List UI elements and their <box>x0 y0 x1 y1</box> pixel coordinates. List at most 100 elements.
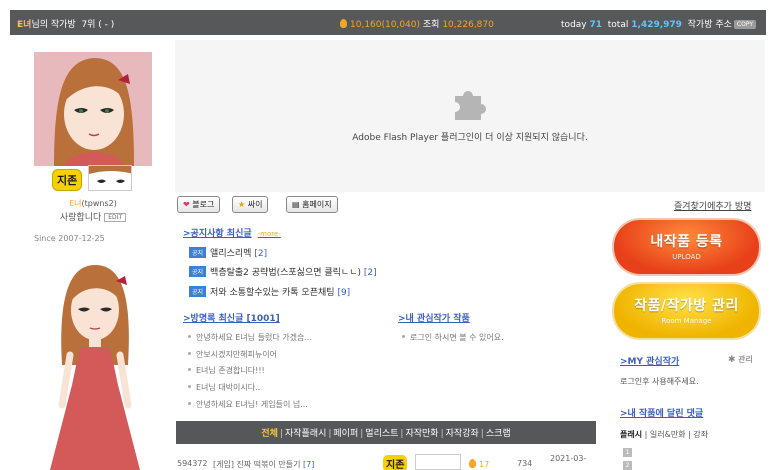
profile-avatar <box>34 52 152 166</box>
notice-title[interactable]: >공지사항 최신글 -more- <box>183 226 281 239</box>
fire-icon <box>340 19 347 28</box>
interest-login-message: 로그인 하시면 볼 수 있어요. <box>402 332 504 343</box>
category-all[interactable]: 전체 <box>261 429 278 439</box>
mini-face-icon <box>88 165 132 191</box>
userid: (tpwns2) <box>81 199 117 208</box>
upload-sub: UPLOAD <box>672 253 701 261</box>
category-item[interactable]: 자작강좌 <box>446 429 479 439</box>
notice-item[interactable]: 공지 저와 소통할수있는 카톡 오픈채팅 [9] <box>189 285 350 298</box>
category-item[interactable]: 자작만화 <box>405 429 438 439</box>
notice-count: [9] <box>337 288 351 298</box>
page-number[interactable]: 2 <box>623 461 632 470</box>
owner-name: E녀 <box>17 20 32 30</box>
manage-interest-link[interactable]: ✱ 관리 <box>728 354 753 365</box>
page-number[interactable]: 1 <box>623 448 632 457</box>
comment-tabs: 플래시 | 일러&만화 | 강좌 <box>620 430 709 439</box>
guestbook-item[interactable]: E녀님 대박이시다.. <box>188 382 260 393</box>
work-list-row[interactable]: 594372 [게임] 진짜 떡볶이 만들기 [7] 지존 17 734 202… <box>177 454 597 470</box>
category-item[interactable]: 자작플래시 <box>285 429 326 439</box>
blog-label: 블로그 <box>192 200 215 209</box>
blog-button[interactable]: ❤ 블로그 <box>177 196 221 213</box>
work-title[interactable]: [게임] 진짜 떡볶이 만들기 [7] <box>213 459 314 470</box>
guestbook-item[interactable]: 안녕하세요 E녀님! 게임들이 넘... <box>188 399 308 410</box>
girl-portrait-icon <box>54 58 134 166</box>
copy-button[interactable]: COPY <box>733 20 756 29</box>
puzzle-plugin-icon <box>455 91 487 120</box>
notice-tag: 공지 <box>189 266 207 277</box>
address-label: 작가방 주소 <box>687 20 732 30</box>
greeting-text: 사랑합니다 <box>59 213 102 223</box>
notice-text: 앨리스리멕 <box>210 249 252 259</box>
guestbook-item[interactable]: 안보시겠지만해피뉴이어 <box>188 349 277 360</box>
fire-icon <box>469 459 476 468</box>
notice-count: [2] <box>363 268 377 278</box>
add-favorite-link[interactable]: 즐겨찾기에추가 방명 <box>674 199 751 212</box>
notice-item[interactable]: 공지 백층탈출2 공략법(스포싫으면 클릭ㄴㄴ) [2] <box>189 265 377 278</box>
notice-more-link[interactable]: -more- <box>258 230 281 238</box>
total-count: 1,429,979 <box>631 20 682 30</box>
room-title: E녀님의 작가방 7위 ( - ) <box>17 17 114 30</box>
category-item[interactable]: 멀리스트 <box>365 429 398 439</box>
home-icon: ▤ <box>292 200 300 209</box>
rank-text: 7위 ( - ) <box>81 20 115 30</box>
guestbook-item[interactable]: 안녕하세요 E녀님 들렀다 가겠습... <box>188 332 312 343</box>
homepage-label: 홈페이지 <box>302 200 332 209</box>
cyworld-label: 싸이 <box>247 200 263 209</box>
notice-tag: 공지 <box>189 286 207 297</box>
character-illustration <box>40 255 150 470</box>
work-likes-count: 17 <box>479 460 490 469</box>
homepage-button[interactable]: ▤ 홈페이지 <box>286 196 338 213</box>
work-comment-count: [7] <box>303 460 315 469</box>
manage-title: 작품/작가방 관리 <box>634 298 739 314</box>
my-interest-title[interactable]: >MY 관심작가 <box>620 354 679 367</box>
upload-work-button[interactable]: 내작품 등록 UPLOAD <box>614 220 759 274</box>
comment-tab[interactable]: 강좌 <box>693 430 708 439</box>
today-label: today <box>561 20 587 30</box>
guestbook-item[interactable]: E녀님 존경합니다!!! <box>188 365 265 376</box>
category-bar: 전체 | 자작플래시 | 페이퍼 | 멀리스트 | 자작만화 | 자작강좌 | 스크랩 <box>176 421 596 444</box>
interest-works-title[interactable]: >내 관심작가 작품 <box>398 311 470 324</box>
author-face-icon <box>415 454 461 470</box>
likes-count: 10,160 <box>350 20 382 30</box>
cyworld-button[interactable]: ★ 싸이 <box>232 196 269 213</box>
work-id: 594372 <box>177 459 208 468</box>
category-item[interactable]: 페이퍼 <box>333 429 358 439</box>
manage-room-button[interactable]: 작품/작가방 관리 Room Manage <box>614 284 759 338</box>
girl-fullbody-icon <box>50 265 140 470</box>
greeting-line: 사랑합니다 EDIT <box>0 210 186 223</box>
upload-title: 내작품 등록 <box>650 234 723 250</box>
heart-icon: ❤ <box>183 200 190 209</box>
author-rank-badge: 지존 <box>383 455 408 470</box>
notice-item[interactable]: 공지 앨리스리멕 [2] <box>189 246 267 259</box>
notice-text: 저와 소통할수있는 카톡 오픈채팅 <box>210 288 335 298</box>
my-comments-title[interactable]: >내 작품에 달린 댓글 <box>620 406 703 419</box>
visit-stats: today 71 total 1,429,979 작가방 주소 COPY <box>561 17 756 30</box>
stats: 10,160(10,040) 조회 10,226,870 <box>340 17 494 30</box>
views-label: 조회 <box>422 20 440 30</box>
comment-tab[interactable]: 플래시 <box>620 430 642 439</box>
top-bar: E녀님의 작가방 7위 ( - ) 10,160(10,040) 조회 10,2… <box>10 10 766 35</box>
work-date: 2021-03- <box>550 454 587 463</box>
flash-area: Adobe Flash Player 플러그인이 더 이상 지원되지 않습니다. <box>175 40 765 192</box>
gear-icon: ✱ <box>728 355 736 365</box>
total-label: total <box>607 20 629 30</box>
since-date: Since 2007-12-25 <box>34 234 105 243</box>
work-title-text: [게임] 진짜 떡볶이 만들기 <box>213 460 301 469</box>
flash-message: Adobe Flash Player 플러그인이 더 이상 지원되지 않습니다. <box>352 133 588 143</box>
category-item[interactable]: 스크랩 <box>486 429 511 439</box>
owner-suffix: 님의 작가방 <box>31 20 76 30</box>
notice-count: [2] <box>254 249 268 259</box>
rank-badge: 지존 <box>52 169 83 191</box>
views-count: 10,226,870 <box>442 20 494 30</box>
edit-button[interactable]: EDIT <box>104 213 127 222</box>
star-icon: ★ <box>238 200 246 209</box>
likes-paren: (10,040) <box>381 20 421 30</box>
work-likes: 17 <box>469 459 489 469</box>
login-required-message: 로그인후 사용해주세요. <box>620 377 699 386</box>
comment-tab[interactable]: 일러&만화 <box>650 430 686 439</box>
work-views: 734 <box>517 459 533 468</box>
notice-text: 백층탈출2 공략법(스포싫으면 클릭ㄴㄴ) <box>210 268 361 278</box>
manage-link-label: 관리 <box>738 355 753 364</box>
manage-sub: Room Manage <box>661 317 712 325</box>
guestbook-title[interactable]: >방명록 최신글 [1001] <box>183 311 280 324</box>
